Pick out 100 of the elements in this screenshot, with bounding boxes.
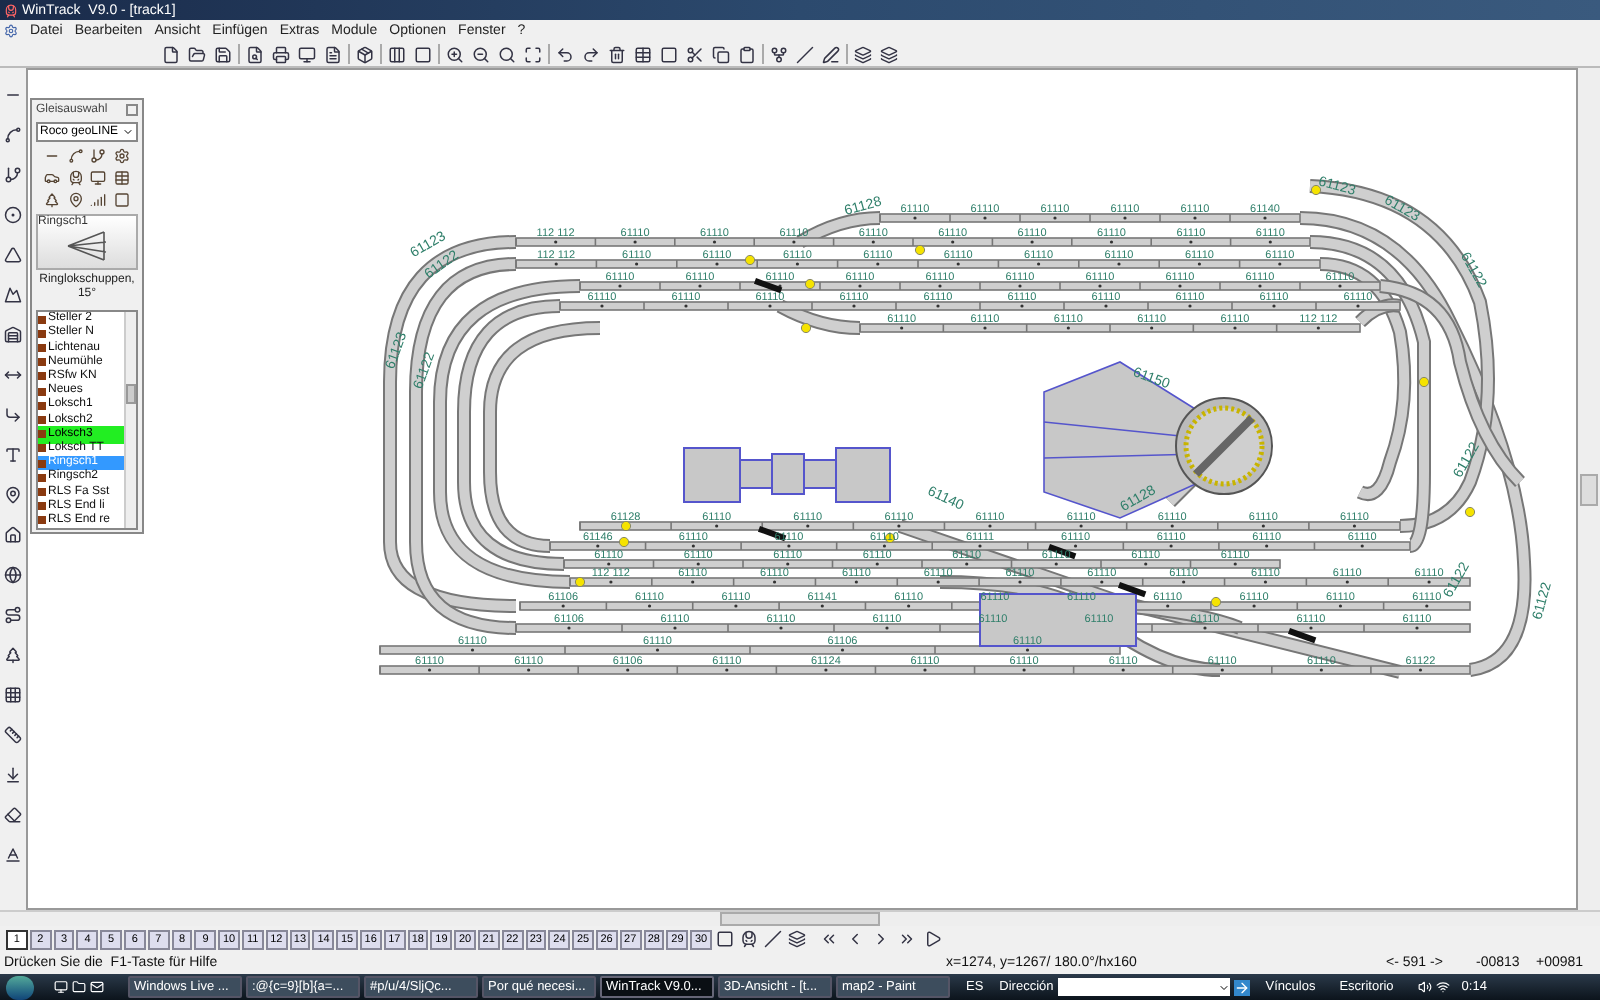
- columns-button[interactable]: [386, 43, 408, 65]
- line-icon: [796, 45, 814, 63]
- pin-button[interactable]: [2, 484, 24, 506]
- pin-button[interactable]: [65, 190, 86, 210]
- save-button[interactable]: [212, 43, 234, 65]
- open-folder-button[interactable]: [186, 43, 208, 65]
- tree-icon: [4, 646, 22, 664]
- paste-icon: [738, 45, 756, 63]
- monitor-button[interactable]: [296, 43, 318, 65]
- ramp-button[interactable]: [2, 244, 24, 266]
- train-button[interactable]: [65, 168, 86, 188]
- new-file-icon: [162, 45, 180, 63]
- monitor-icon: [90, 170, 107, 186]
- shed-preview-icon: [63, 230, 111, 262]
- package-button[interactable]: [354, 43, 376, 65]
- switch-button[interactable]: [88, 146, 109, 166]
- fit-view-button[interactable]: [522, 43, 544, 65]
- list-scrollbar[interactable]: [124, 312, 136, 528]
- corner-button[interactable]: [2, 404, 24, 426]
- document-button[interactable]: [322, 43, 344, 65]
- show-desktop-icon[interactable]: [54, 980, 68, 994]
- globe-button[interactable]: [2, 564, 24, 586]
- curve-track-button[interactable]: [2, 124, 24, 146]
- switch-icon: [770, 45, 788, 63]
- turntable-icon: [4, 206, 22, 224]
- layers-icon: [787, 930, 806, 948]
- undo-button[interactable]: [554, 43, 576, 65]
- ramp-icon: [4, 246, 22, 264]
- text-tool-icon: [4, 446, 22, 464]
- switch-icon: [4, 166, 22, 184]
- route-icon: [4, 606, 22, 624]
- start-button[interactable]: [6, 975, 34, 999]
- switch-button[interactable]: [768, 43, 790, 65]
- terrain-button[interactable]: [2, 284, 24, 306]
- layers-button[interactable]: [785, 928, 808, 950]
- folder-icon[interactable]: [72, 980, 86, 994]
- train-icon: [67, 170, 84, 186]
- ruler-button[interactable]: [2, 724, 24, 746]
- route-button[interactable]: [2, 604, 24, 626]
- paste-button[interactable]: [736, 43, 758, 65]
- tree-button[interactable]: [2, 644, 24, 666]
- address-field[interactable]: [1057, 978, 1230, 996]
- curve-track-icon: [67, 148, 84, 164]
- document-icon: [324, 45, 342, 63]
- signal-button[interactable]: [88, 190, 109, 210]
- turntable-button[interactable]: [2, 204, 24, 226]
- print-preview-button[interactable]: [244, 43, 266, 65]
- last-page-icon: [897, 930, 916, 948]
- cut-button[interactable]: [684, 43, 706, 65]
- save-icon: [214, 45, 232, 63]
- switch-button[interactable]: [2, 164, 24, 186]
- monitor-button[interactable]: [88, 168, 109, 188]
- frame-button[interactable]: [412, 43, 434, 65]
- line-button[interactable]: [761, 928, 784, 950]
- tree-button[interactable]: [42, 190, 63, 210]
- layers-button[interactable]: [878, 43, 900, 65]
- lower-icon: [4, 766, 22, 784]
- network-icon[interactable]: [1435, 980, 1450, 994]
- vertical-scrollbar[interactable]: [1578, 68, 1600, 910]
- redo-button[interactable]: [580, 43, 602, 65]
- cut-icon: [686, 45, 704, 63]
- copy-button[interactable]: [710, 43, 732, 65]
- frame-icon: [660, 45, 678, 63]
- curve-track-icon: [4, 126, 22, 144]
- mail-icon[interactable]: [90, 980, 104, 994]
- table-button[interactable]: [632, 43, 654, 65]
- text-tool-button[interactable]: [2, 444, 24, 466]
- gear-button[interactable]: [111, 146, 132, 166]
- line-button[interactable]: [794, 43, 816, 65]
- caret-icon: [1217, 981, 1230, 993]
- eraser-button[interactable]: [2, 804, 24, 826]
- building-icon: [4, 326, 22, 344]
- volume-icon[interactable]: [1417, 980, 1432, 994]
- car-button[interactable]: [42, 168, 63, 188]
- zoom-in-button[interactable]: [444, 43, 466, 65]
- ruler-icon: [4, 726, 22, 744]
- delete-button[interactable]: [606, 43, 628, 65]
- pen-button[interactable]: [820, 43, 842, 65]
- corner-icon: [4, 406, 22, 424]
- train-button[interactable]: [737, 928, 760, 950]
- layers-button[interactable]: [852, 43, 874, 65]
- frame-button[interactable]: [658, 43, 680, 65]
- new-file-button[interactable]: [160, 43, 182, 65]
- building-button[interactable]: [2, 324, 24, 346]
- box-button[interactable]: [111, 190, 132, 210]
- house-button[interactable]: [2, 524, 24, 546]
- search-button[interactable]: [496, 43, 518, 65]
- measure-icon: [4, 366, 22, 384]
- zoom-out-button[interactable]: [470, 43, 492, 65]
- panel-close-button[interactable]: [126, 104, 138, 116]
- printer-button[interactable]: [270, 43, 292, 65]
- house-icon: [4, 526, 22, 544]
- font-button[interactable]: [2, 844, 24, 866]
- horizontal-scrollbar[interactable]: [0, 910, 1600, 926]
- grid-button[interactable]: [2, 684, 24, 706]
- layer-button[interactable]: [713, 928, 736, 950]
- columns-icon: [388, 45, 406, 63]
- lower-button[interactable]: [2, 764, 24, 786]
- curve-track-button[interactable]: [65, 146, 86, 166]
- play-button[interactable]: [921, 928, 944, 950]
